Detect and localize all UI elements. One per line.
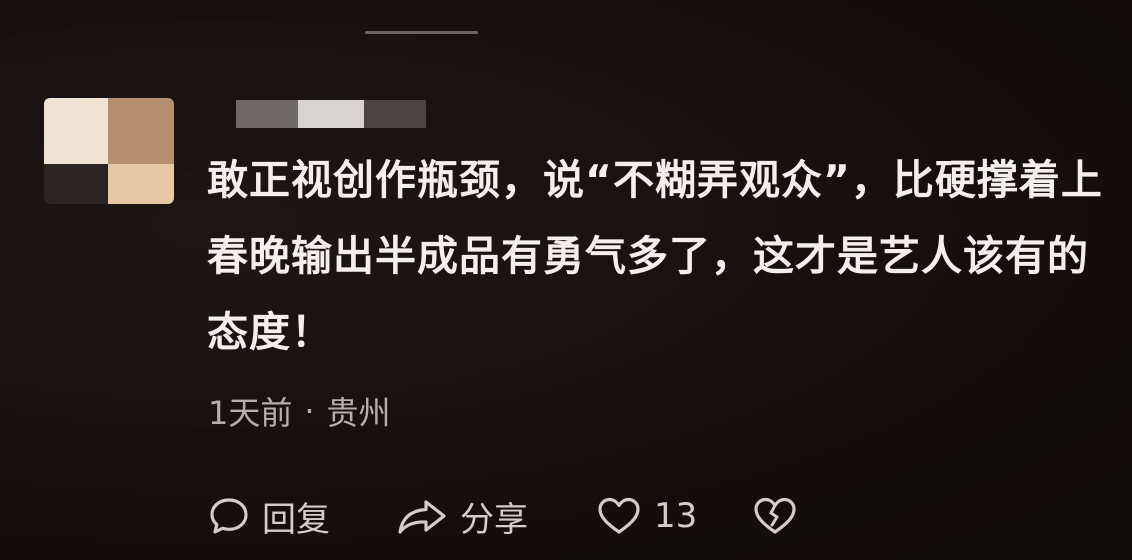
redaction-block [298,100,364,128]
heart-icon [596,495,642,537]
comment-bubble-icon [208,495,250,537]
redaction-block [364,100,426,128]
avatar-tile [44,164,108,204]
reply-button[interactable]: 回复 [208,488,330,544]
comment-text: 敢正视创作瓶颈，说“不糊弄观众”，比硬撑着上春晚输出半成品有勇气多了，这才是艺人… [207,156,1103,356]
broken-heart-icon [752,495,798,537]
dislike-button[interactable] [752,488,798,544]
share-arrow-icon [396,495,448,537]
comment-meta: 1天前 · 贵州 [208,388,391,434]
username-redacted[interactable] [236,100,426,128]
reply-label: 回复 [262,499,330,540]
comment-location: 贵州 [326,394,391,432]
share-label: 分享 [460,499,528,540]
drag-handle[interactable] [365,31,478,34]
meta-separator: · [304,392,315,430]
comment-actions: 回复 分享 13 [0,488,1132,544]
share-button[interactable]: 分享 [396,488,528,544]
comment-time: 1天前 [208,394,293,432]
redaction-block [236,100,298,128]
like-button[interactable]: 13 [596,488,697,544]
avatar-tile [108,98,174,164]
like-count: 13 [654,496,698,536]
avatar-tile [108,164,174,204]
avatar[interactable] [44,98,174,204]
avatar-tile [44,98,108,164]
